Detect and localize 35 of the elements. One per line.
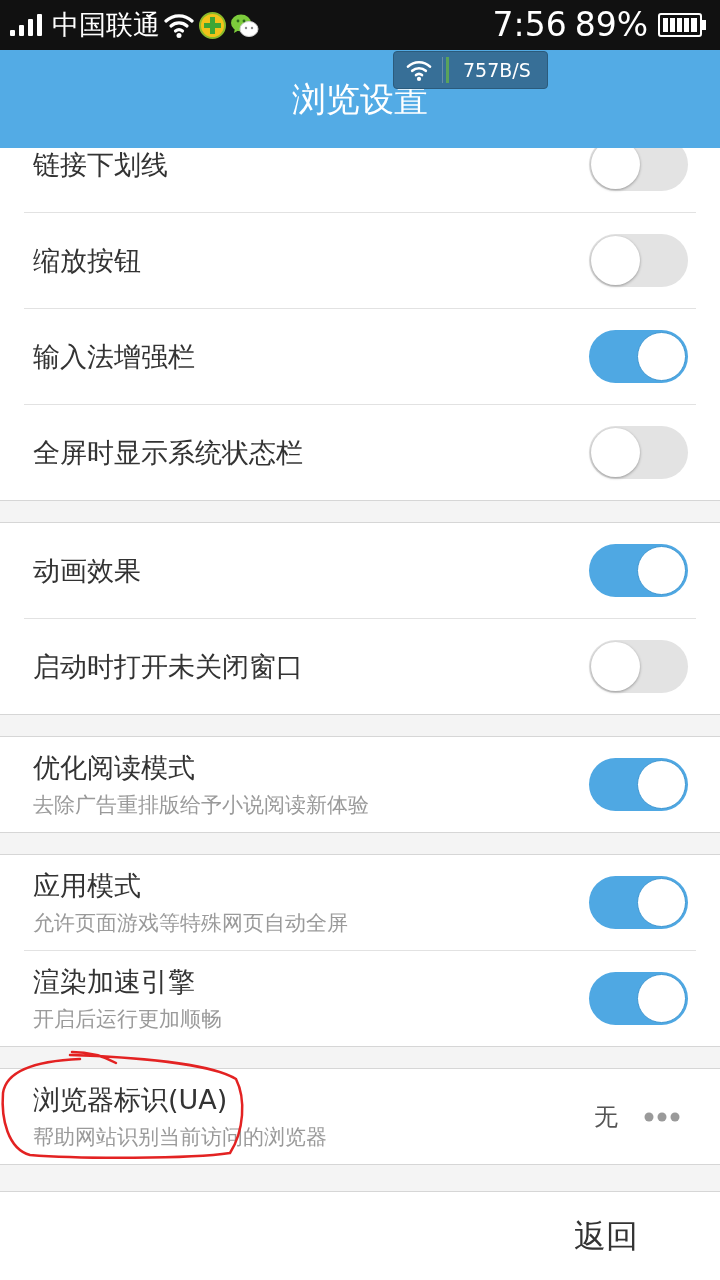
setting-label: 启动时打开未关闭窗口: [33, 650, 303, 683]
setting-label: 渲染加速引擎: [33, 965, 195, 998]
setting-label: 全屏时显示系统状态栏: [33, 436, 303, 469]
wifi-icon: [406, 59, 432, 81]
wifi-icon: [164, 12, 194, 38]
setting-description: 允许页面游戏等特殊网页自动全屏: [33, 909, 348, 936]
setting-description: 去除广告重排版给予小说阅读新体验: [33, 791, 369, 818]
setting-description: 开启后运行更加顺畅: [33, 1005, 222, 1032]
toggle-switch[interactable]: [589, 640, 688, 693]
toggle-switch[interactable]: [589, 876, 688, 929]
more-icon[interactable]: [644, 1111, 680, 1122]
toggle-switch[interactable]: [589, 426, 688, 479]
toggle-switch[interactable]: [589, 148, 688, 191]
plus-badge-icon: [199, 11, 226, 39]
signal-icon: [10, 14, 42, 36]
chat-bubbles-icon: [231, 12, 259, 38]
toggle-switch[interactable]: [589, 330, 688, 383]
toggle-switch[interactable]: [589, 972, 688, 1025]
network-speed: 757B/S: [463, 58, 531, 82]
setting-label: 输入法增强栏: [33, 340, 195, 373]
toggle-switch[interactable]: [589, 544, 688, 597]
clock-time: 7:56: [492, 5, 567, 45]
battery-percentage: 89%: [574, 5, 648, 45]
carrier-name: 中国联通: [52, 8, 160, 42]
setting-label: 浏览器标识(UA): [33, 1083, 228, 1116]
toggle-switch[interactable]: [589, 758, 688, 811]
back-button[interactable]: 返回: [568, 1214, 644, 1258]
setting-label: 动画效果: [33, 554, 141, 587]
toggle-switch[interactable]: [589, 234, 688, 287]
setting-value: 无: [594, 1101, 618, 1132]
setting-label: 链接下划线: [33, 148, 168, 181]
setting-label: 应用模式: [33, 869, 141, 902]
battery-icon: [658, 13, 706, 37]
setting-label: 优化阅读模式: [33, 751, 195, 784]
setting-label: 缩放按钮: [33, 244, 141, 277]
